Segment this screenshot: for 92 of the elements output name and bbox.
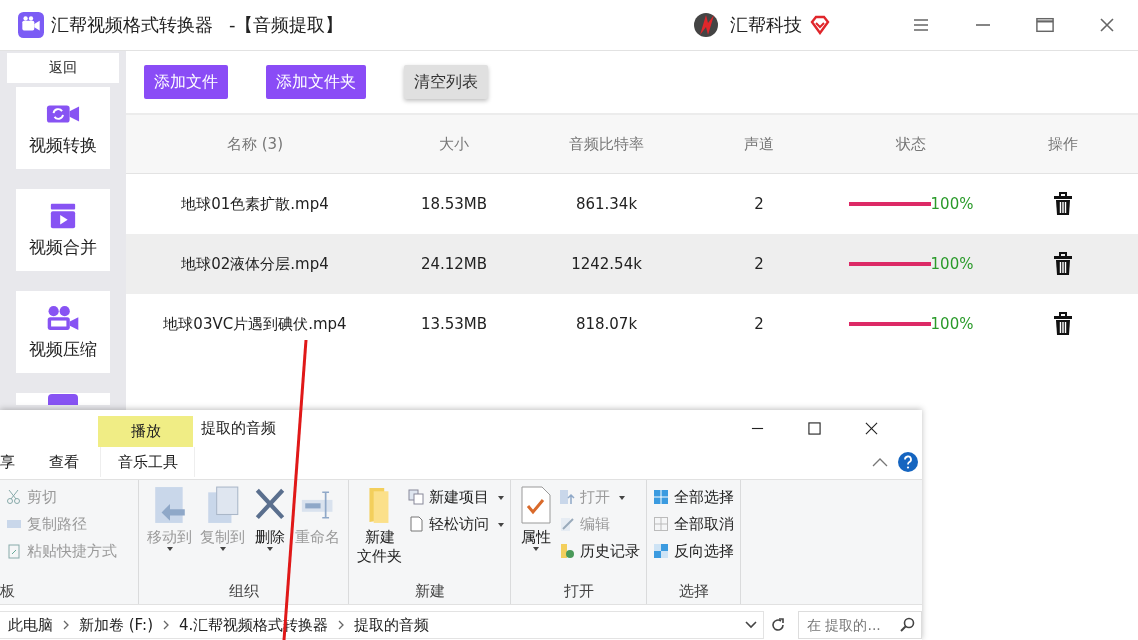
progress-text: 100% xyxy=(930,255,974,273)
ribbon-group-label: 打开 xyxy=(562,581,595,602)
ribbon-group-label: 组织 xyxy=(227,581,260,602)
ribbon-group-label: 板 xyxy=(0,581,16,602)
delete-icon[interactable] xyxy=(1053,312,1073,336)
ribbon-tab[interactable]: 享 xyxy=(0,447,49,478)
new-item-icon xyxy=(408,489,424,506)
collapse-caret-icon[interactable] xyxy=(872,457,888,468)
grid-icon xyxy=(653,489,669,506)
breadcrumb[interactable]: 此电脑 xyxy=(8,615,53,635)
refresh-icon[interactable] xyxy=(770,617,786,634)
toolbar-button[interactable]: 添加文件夹 xyxy=(266,65,366,99)
close-icon[interactable] xyxy=(865,422,878,436)
file-size: 18.53MB xyxy=(419,195,489,213)
ribbon-group-label: 新建 xyxy=(413,581,446,602)
search-box[interactable]: 在 提取的... xyxy=(798,611,922,640)
ribbon-group-label: 选择 xyxy=(677,581,710,602)
column-header[interactable]: 音频比特率 xyxy=(524,134,689,154)
file-size: 24.12MB xyxy=(419,255,489,273)
file-row[interactable]: 地球01色素扩散.mp4 18.53MB 861.34k 2 100% xyxy=(126,174,1138,234)
window-title: 提取的音频 xyxy=(201,419,276,439)
invert-grid-icon xyxy=(653,543,669,560)
column-header[interactable]: 操作 xyxy=(993,134,1133,154)
dropdown-chevron-icon[interactable] xyxy=(745,621,757,630)
breadcrumb[interactable]: 新加卷 (F:) xyxy=(79,615,153,635)
file-size: 13.53MB xyxy=(419,315,489,333)
ribbon-button[interactable]: 新建 文件夹 xyxy=(355,484,404,582)
delete-icon[interactable] xyxy=(1053,252,1073,276)
file-row[interactable]: 地球03VC片遇到碘伏.mp4 13.53MB 818.07k 2 100% xyxy=(126,294,1138,354)
file-name: 地球01色素扩散.mp4 xyxy=(180,194,330,214)
ribbon-button[interactable]: 历史记录 xyxy=(559,540,640,563)
gif-icon xyxy=(46,393,80,405)
ribbon-button[interactable]: 属性 xyxy=(517,484,555,582)
toolbar-button[interactable]: 添加文件 xyxy=(144,65,228,99)
toolbar-button[interactable]: 清空列表 xyxy=(404,65,488,99)
bitrate-cell-text: 861.34k xyxy=(574,195,639,213)
open-icon xyxy=(559,489,575,506)
back-button[interactable]: 返回 xyxy=(7,53,119,83)
brand-logo-icon xyxy=(692,11,720,39)
file-name: 地球02液体分层.mp4 xyxy=(180,254,330,274)
copy-pages-icon xyxy=(205,486,240,525)
channels-cell-text: 2 xyxy=(753,315,765,333)
ribbon-button[interactable]: 删除 xyxy=(251,484,289,582)
chevron-right-icon xyxy=(338,620,345,631)
file-row[interactable]: 地球02液体分层.mp4 24.12MB 1242.54k 2 100% xyxy=(126,234,1138,294)
maximize-icon[interactable] xyxy=(808,422,821,436)
progress-text: 100% xyxy=(930,315,974,333)
app-subtitle: -【音频提取】 xyxy=(229,13,344,37)
sidebar-item[interactable] xyxy=(16,393,110,405)
ribbon-button[interactable]: 全部取消 xyxy=(653,513,734,536)
search-field[interactable]: 在 提取的... xyxy=(805,616,899,635)
chevron-right-icon xyxy=(163,620,169,631)
brand-name: 汇帮科技 xyxy=(730,13,802,37)
ribbon-tab[interactable]: 音乐工具 xyxy=(100,447,195,478)
sidebar-item[interactable]: 视频转换 xyxy=(16,87,110,169)
edit-icon xyxy=(559,516,575,533)
menu-icon[interactable] xyxy=(912,17,930,33)
maximize-icon[interactable] xyxy=(1036,17,1054,33)
ribbon-button[interactable]: 全部选择 xyxy=(653,486,734,509)
search-icon xyxy=(899,617,915,634)
empty-grid-icon xyxy=(653,516,669,533)
column-header[interactable]: 状态 xyxy=(829,134,993,154)
history-icon xyxy=(559,543,575,560)
column-header[interactable]: 大小 xyxy=(384,134,524,154)
ribbon-button[interactable]: 反向选择 xyxy=(653,540,734,563)
checkmark-document-icon xyxy=(519,486,553,525)
breadcrumb[interactable]: 提取的音频 xyxy=(354,615,430,635)
app-logo-icon xyxy=(18,12,44,38)
move-arrow-icon xyxy=(152,486,187,525)
chevron-right-icon xyxy=(63,620,69,631)
sidebar-item[interactable]: 视频压缩 xyxy=(16,291,110,373)
channels-cell-text: 2 xyxy=(753,195,765,213)
app-title: 汇帮视频格式转换器 xyxy=(51,13,213,37)
vip-diamond-icon[interactable] xyxy=(810,15,830,35)
column-header[interactable]: 声道 xyxy=(689,134,829,154)
delete-icon[interactable] xyxy=(1053,192,1073,216)
movie-camera-icon xyxy=(46,303,80,332)
channels-cell-text: 2 xyxy=(753,255,765,273)
ribbon-tab[interactable]: 查看 xyxy=(49,447,97,478)
document-icon xyxy=(408,516,424,533)
ribbon-button[interactable]: 新建项目 xyxy=(408,486,504,509)
context-tab-label: 播放 xyxy=(130,422,161,442)
sidebar-item[interactable]: 视频合并 xyxy=(16,189,110,271)
scissors-icon xyxy=(6,489,22,506)
file-name: 地球03VC片遇到碘伏.mp4 xyxy=(162,314,348,334)
bitrate-cell-text: 1242.54k xyxy=(570,255,643,273)
clipboard-icon xyxy=(6,543,22,560)
bitrate-cell-text: 818.07k xyxy=(574,315,639,333)
ribbon-button[interactable]: 轻松访问 xyxy=(408,513,504,536)
help-icon[interactable] xyxy=(898,452,918,473)
column-header[interactable]: 名称 (3) xyxy=(126,134,384,154)
progress-text: 100% xyxy=(930,195,974,213)
